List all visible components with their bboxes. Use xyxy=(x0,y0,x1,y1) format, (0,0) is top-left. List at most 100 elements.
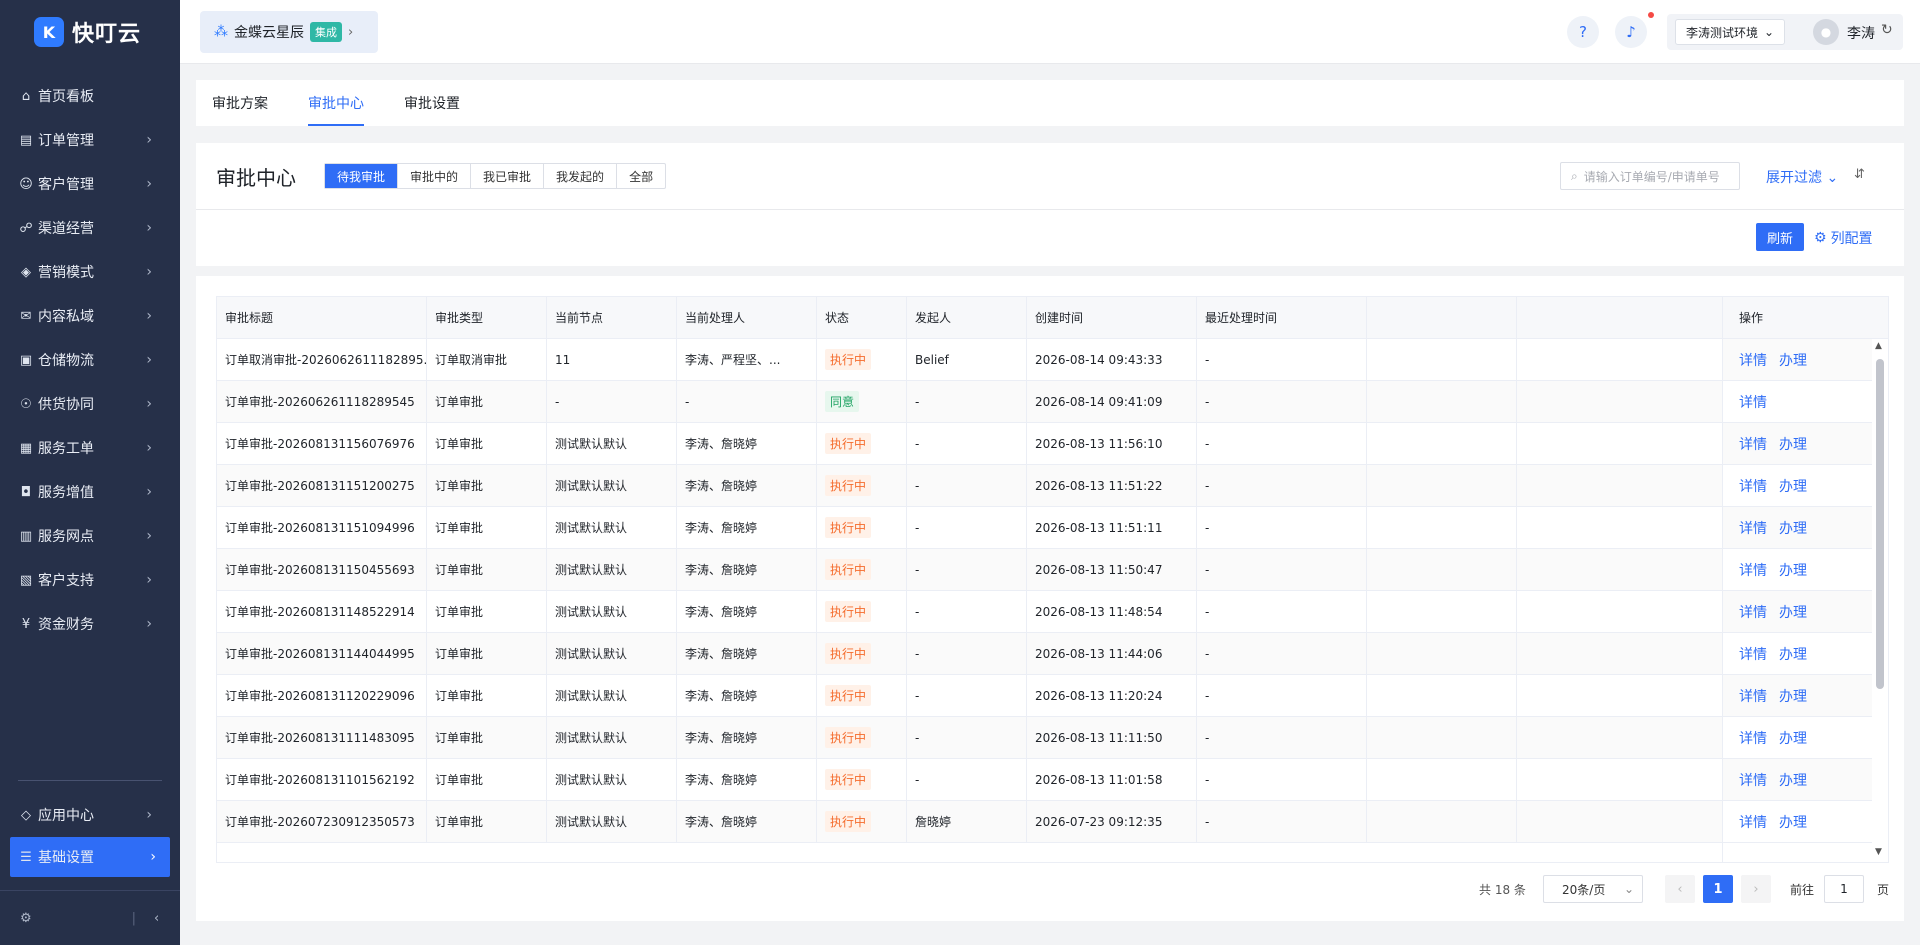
sidebar-item-label: 基础设置 xyxy=(38,850,94,866)
sidebar-bottom: ◇ 应用中心 › ☰ 基础设置 › xyxy=(0,780,180,877)
page-size-value: 20条/页 xyxy=(1562,882,1606,897)
page-button-current[interactable]: 1 xyxy=(1703,875,1733,903)
status-badge: 执行中 xyxy=(825,559,872,580)
tab-2[interactable]: 审批设置 xyxy=(404,80,460,126)
help-icon[interactable]: ? xyxy=(1567,16,1599,48)
handle-link[interactable]: 办理 xyxy=(1779,812,1807,832)
sidebar-item-app-center[interactable]: ◇ 应用中心 › xyxy=(0,793,180,837)
order-icon: ▤ xyxy=(19,132,33,148)
cell-status: 执行中 xyxy=(817,801,907,842)
action-cell: 详情 办理 xyxy=(1723,675,1872,717)
sidebar-item-outlet[interactable]: ▥ 服务网点 › xyxy=(0,514,180,558)
theme-icon[interactable]: ⚙ xyxy=(20,911,32,926)
handle-link[interactable]: 办理 xyxy=(1779,560,1807,580)
handle-link[interactable]: 办理 xyxy=(1779,644,1807,664)
handle-link[interactable]: 办理 xyxy=(1779,602,1807,622)
next-page-button[interactable]: › xyxy=(1741,875,1771,903)
cell-last: - xyxy=(1197,339,1367,380)
handle-link[interactable]: 办理 xyxy=(1779,434,1807,454)
handle-link[interactable]: 办理 xyxy=(1779,518,1807,538)
cell-node: 测试默认默认 xyxy=(547,549,677,590)
detail-link[interactable]: 详情 xyxy=(1739,770,1767,790)
sidebar-item-customer[interactable]: ☺ 客户管理 › xyxy=(0,162,180,206)
tab-1[interactable]: 审批中心 xyxy=(308,80,364,126)
cell-type: 订单审批 xyxy=(427,633,547,674)
handle-link[interactable]: 办理 xyxy=(1779,476,1807,496)
sidebar-item-value[interactable]: ◘ 服务增值 › xyxy=(0,470,180,514)
cell-status: 执行中 xyxy=(817,507,907,548)
detail-link[interactable]: 详情 xyxy=(1739,602,1767,622)
sidebar-item-order[interactable]: ▤ 订单管理 › xyxy=(0,118,180,162)
detail-link[interactable]: 详情 xyxy=(1739,560,1767,580)
handle-link[interactable]: 办理 xyxy=(1779,686,1807,706)
integration-switcher[interactable]: ⁂ 金蝶云星辰 集成 › xyxy=(200,11,378,53)
search-input[interactable]: ⌕ 请输入订单编号/申请单号 xyxy=(1560,162,1740,190)
env-selector[interactable]: 李涛测试环境 ⌄ xyxy=(1675,19,1786,45)
detail-link[interactable]: 详情 xyxy=(1739,644,1767,664)
cell-initiator: - xyxy=(907,717,1027,758)
approval-header-card: 审批中心 待我审批 审批中的 我已审批 我发起的 全部 ⌕ 请输入订单编号/申请单号 展… xyxy=(196,143,1904,266)
sidebar-divider xyxy=(18,780,162,781)
filter-tab-4[interactable]: 全部 xyxy=(617,164,665,188)
column-config-button[interactable]: ⚙ 列配置 xyxy=(1814,228,1873,248)
user-name[interactable]: 李涛 xyxy=(1847,23,1875,43)
handle-link[interactable]: 办理 xyxy=(1779,770,1807,790)
detail-link[interactable]: 详情 xyxy=(1739,350,1767,370)
expand-filter-label: 展开过滤 xyxy=(1766,170,1822,186)
scroll-down-icon[interactable]: ▼ xyxy=(1875,847,1882,857)
prev-page-button[interactable]: ‹ xyxy=(1665,875,1695,903)
logo[interactable]: K 快叮云 xyxy=(0,0,180,64)
detail-link[interactable]: 详情 xyxy=(1739,812,1767,832)
chevron-right-icon: › xyxy=(146,528,152,544)
column-header: 当前处理人 xyxy=(677,297,817,338)
sidebar-item-home[interactable]: ⌂ 首页看板 xyxy=(0,74,180,118)
detail-link[interactable]: 详情 xyxy=(1739,518,1767,538)
cell-status: 执行中 xyxy=(817,339,907,380)
sidebar-item-content[interactable]: ✉ 内容私域 › xyxy=(0,294,180,338)
sidebar-item-ticket[interactable]: ▦ 服务工单 › xyxy=(0,426,180,470)
tab-0[interactable]: 审批方案 xyxy=(212,80,268,126)
cell-type: 订单取消审批 xyxy=(427,339,547,380)
footer-separator: | xyxy=(131,910,137,926)
vertical-scrollbar[interactable]: ▲ ▼ xyxy=(1872,339,1888,862)
sort-icon[interactable]: ⇵ xyxy=(1854,167,1865,182)
refresh-icon[interactable]: ↻ xyxy=(1881,22,1893,38)
filter-tab-0[interactable]: 待我审批 xyxy=(325,164,399,188)
expand-filter-button[interactable]: 展开过滤 ⌄ xyxy=(1766,167,1838,187)
home-icon: ⌂ xyxy=(21,88,31,104)
scroll-thumb[interactable] xyxy=(1876,359,1884,689)
cell-type: 订单审批 xyxy=(427,759,547,800)
sidebar-item-channel[interactable]: ☍ 渠道经营 › xyxy=(0,206,180,250)
handle-link[interactable]: 办理 xyxy=(1779,728,1807,748)
search-icon: ⌕ xyxy=(1571,168,1578,183)
cell-node: 测试默认默认 xyxy=(547,759,677,800)
sidebar-item-supply[interactable]: ☉ 供货协同 › xyxy=(0,382,180,426)
collapse-sidebar-icon[interactable]: ‹ xyxy=(154,911,159,926)
cell-title: 订单审批-202606261118289545 xyxy=(217,381,427,422)
refresh-button[interactable]: 刷新 xyxy=(1756,223,1804,251)
sidebar-item-settings[interactable]: ☰ 基础设置 › xyxy=(10,837,170,877)
table-header: 审批标题 审批类型 当前节点 当前处理人 状态 发起人 创建时间 最近处理时间 xyxy=(217,297,1888,339)
cell-empty xyxy=(1367,339,1517,380)
page-size-select[interactable]: 20条/页 ⌄ xyxy=(1543,875,1643,903)
action-cell: 详情 办理 xyxy=(1723,717,1872,759)
bell-icon[interactable]: ♪ xyxy=(1615,16,1647,48)
handle-link[interactable]: 办理 xyxy=(1779,350,1807,370)
detail-link[interactable]: 详情 xyxy=(1739,434,1767,454)
filter-tab-1[interactable]: 审批中的 xyxy=(398,164,472,188)
sidebar-item-marketing[interactable]: ◈ 营销模式 › xyxy=(0,250,180,294)
sidebar-item-warehouse[interactable]: ▣ 仓储物流 › xyxy=(0,338,180,382)
filter-tab-2[interactable]: 我已审批 xyxy=(471,164,545,188)
avatar[interactable]: ● xyxy=(1813,19,1839,45)
detail-link[interactable]: 详情 xyxy=(1739,728,1767,748)
sidebar-item-finance[interactable]: ¥ 资金财务 › xyxy=(0,602,180,646)
sidebar-item-support[interactable]: ▧ 客户支持 › xyxy=(0,558,180,602)
detail-link[interactable]: 详情 xyxy=(1739,476,1767,496)
sidebar-item-label: 服务网点 xyxy=(38,529,94,545)
filter-tab-3[interactable]: 我发起的 xyxy=(544,164,618,188)
scroll-up-icon[interactable]: ▲ xyxy=(1875,341,1882,351)
goto-page-input[interactable]: 1 xyxy=(1824,875,1864,903)
detail-link[interactable]: 详情 xyxy=(1739,686,1767,706)
detail-link[interactable]: 详情 xyxy=(1739,392,1767,412)
cell-created: 2026-08-13 11:01:58 xyxy=(1027,759,1197,800)
